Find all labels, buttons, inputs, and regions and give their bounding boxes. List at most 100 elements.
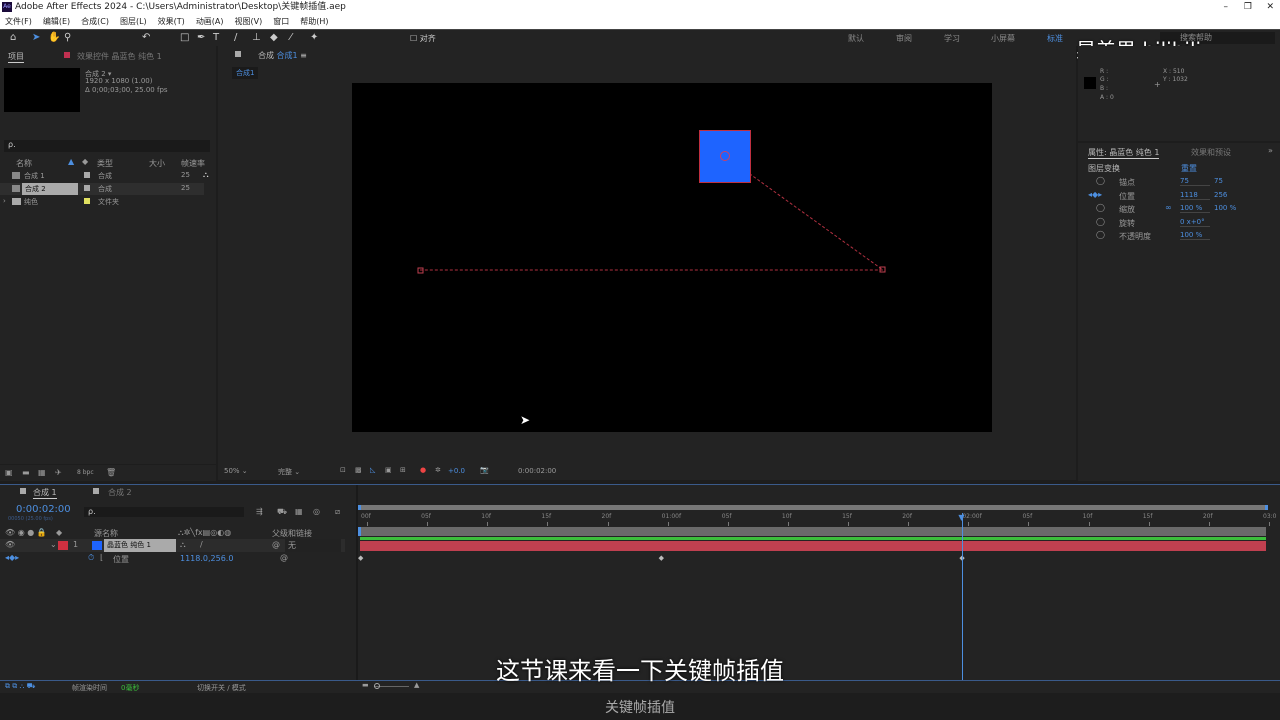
visibility-eye-icon[interactable]: 👁 xyxy=(5,540,15,549)
stopwatch-icon[interactable]: ◯ xyxy=(1096,203,1105,212)
composition-flowchart-icon[interactable]: ⇶ xyxy=(256,507,263,516)
mask-visibility-icon[interactable]: ◺ xyxy=(370,466,375,474)
motion-blur-icon[interactable]: ◎ xyxy=(313,507,320,516)
project-search-input[interactable]: ρ. xyxy=(4,140,210,152)
viewer-timecode[interactable]: 0:00:02:00 xyxy=(518,467,556,475)
menu-effect[interactable]: 效果(T) xyxy=(158,17,185,26)
type-tool-icon[interactable]: T xyxy=(213,32,219,43)
pen-tool-icon[interactable]: ✒ xyxy=(197,32,205,43)
rotate-tool-icon[interactable]: ↶ xyxy=(142,32,150,43)
guides-icon[interactable]: ▣ xyxy=(385,466,392,474)
grid-icon[interactable]: ⊞ xyxy=(400,466,406,474)
property-row[interactable]: ◂◆▸ 位置 1118 256 xyxy=(1078,190,1278,202)
roto-tool-icon[interactable]: ⁄ xyxy=(290,32,292,43)
panel-expand-icon[interactable]: » xyxy=(1268,146,1273,155)
work-area-bar[interactable] xyxy=(358,527,1266,536)
expand-chevron-icon[interactable]: › xyxy=(3,197,6,205)
tab-properties[interactable]: 属性: 晶蓝色 纯色 1 xyxy=(1088,147,1160,159)
layer-name[interactable]: 晶蓝色 纯色 1 xyxy=(104,539,176,552)
column-frame-rate[interactable]: 帧速率 xyxy=(181,158,205,169)
column-type[interactable]: 类型 xyxy=(97,158,113,169)
home-icon[interactable]: ⌂ xyxy=(10,32,16,43)
selection-tool-icon[interactable]: ➤ xyxy=(32,32,40,43)
pin-tool-icon[interactable]: ✦ xyxy=(310,32,318,43)
project-item-selected[interactable]: 合成 2 合成 25 xyxy=(0,183,204,195)
breadcrumb[interactable]: 合成1 xyxy=(232,67,259,79)
column-source-name[interactable]: 源名称 xyxy=(94,528,118,539)
menu-file[interactable]: 文件(F) xyxy=(5,17,32,26)
interpret-footage-icon[interactable]: ▣ xyxy=(5,468,13,477)
layer-label-color[interactable] xyxy=(58,541,68,550)
layer-search-input[interactable]: ρ. xyxy=(84,507,244,517)
layer-duration-bar[interactable] xyxy=(360,541,1266,551)
zoom-slider[interactable] xyxy=(374,683,409,689)
transparency-grid-icon[interactable]: ▩ xyxy=(355,466,362,474)
menu-view[interactable]: 视图(V) xyxy=(235,17,263,26)
brush-tool-icon[interactable]: / xyxy=(234,32,237,43)
zoom-tool-icon[interactable]: ⚲ xyxy=(64,32,71,43)
minimize-button[interactable]: – xyxy=(1224,0,1229,14)
current-timecode[interactable]: 0:00:02:00 xyxy=(16,504,71,515)
menu-edit[interactable]: 编辑(E) xyxy=(43,17,70,26)
tab-comp-1[interactable]: 合成 1 xyxy=(33,487,57,499)
column-name[interactable]: 名称 xyxy=(16,158,32,169)
snap-checkbox[interactable]: ☐ 对齐 xyxy=(410,33,436,44)
shy-layers-icon[interactable]: ⛟ xyxy=(277,507,287,517)
resolution-dropdown[interactable]: 完整 ⌄ xyxy=(278,467,328,477)
stopwatch-icon[interactable]: ◯ xyxy=(1096,217,1105,226)
sort-ascending-icon[interactable]: ▲ xyxy=(68,157,74,166)
workspace-small-screen[interactable]: 小屏幕 xyxy=(991,33,1015,44)
property-row[interactable]: ◯ 旋转 0 x+0° xyxy=(1078,217,1278,229)
property-row[interactable]: ◂◆▸ ⏱ ⌊ 位置 1118.0,256.0 @ xyxy=(0,553,345,565)
stopwatch-icon[interactable]: ◯ xyxy=(1096,230,1105,239)
project-item[interactable]: 合成 1 合成 25 xyxy=(0,170,216,182)
menu-window[interactable]: 窗口 xyxy=(273,17,289,26)
shy-switch-icon[interactable]: ⛬ xyxy=(180,540,186,550)
property-value-2[interactable]: 100 % xyxy=(1214,204,1236,212)
playhead-handle-icon[interactable]: ▼ xyxy=(958,513,964,522)
layer-row[interactable]: 👁 ⌄ 1 晶蓝色 纯色 1 ⛬ / @ 无 xyxy=(0,539,345,552)
keyframe-navigator-icon[interactable]: ◂◆▸ xyxy=(1088,190,1102,199)
property-value-1[interactable]: 0 x+0° xyxy=(1180,218,1210,227)
keyframe-navigator-icon[interactable]: ◂◆▸ xyxy=(5,553,19,562)
expand-chevron-icon[interactable]: ⌄ xyxy=(50,540,57,549)
new-folder-icon[interactable]: ▬ xyxy=(22,468,30,477)
quality-switch-icon[interactable]: / xyxy=(200,540,203,549)
column-parent[interactable]: 父级和链接 xyxy=(272,528,312,539)
project-item-folder[interactable]: › 纯色 文件夹 xyxy=(0,196,216,208)
menu-help[interactable]: 帮助(H) xyxy=(300,17,328,26)
workspace-learn[interactable]: 学习 xyxy=(944,33,960,44)
link-icon[interactable]: ∞ xyxy=(1165,203,1172,212)
graph-editor-icon[interactable]: ⧄ xyxy=(335,507,340,517)
bit-depth-button[interactable]: 8 bpc xyxy=(77,469,94,476)
stamp-tool-icon[interactable]: ⊥ xyxy=(252,32,261,43)
property-value[interactable]: 1118.0,256.0 xyxy=(180,554,233,563)
close-button[interactable]: ✕ xyxy=(1266,0,1274,14)
workspace-standard[interactable]: 标准 xyxy=(1047,33,1063,44)
tab-comp-2[interactable]: 合成 2 xyxy=(108,487,132,498)
pick-whip-icon[interactable]: @ xyxy=(272,540,280,549)
zoom-dropdown[interactable]: 50% ⌄ xyxy=(224,467,266,477)
workspace-default[interactable]: 默认 xyxy=(848,33,864,44)
trash-icon[interactable]: 🗑 xyxy=(106,468,116,477)
snapshot-icon[interactable]: 📷 xyxy=(480,466,489,474)
reset-button[interactable]: 重置 xyxy=(1181,163,1197,174)
menu-composition[interactable]: 合成(C) xyxy=(81,17,109,26)
tab-effect-controls[interactable]: 效果控件 晶蓝色 纯色 1 xyxy=(77,51,162,62)
new-composition-icon[interactable]: ▦ xyxy=(38,468,46,477)
stopwatch-icon[interactable]: ◯ xyxy=(1096,176,1105,185)
property-row[interactable]: ◯ 锚点 75 75 xyxy=(1078,176,1278,188)
property-value-1[interactable]: 75 xyxy=(1180,177,1210,186)
region-of-interest-icon[interactable]: ⊡ xyxy=(340,466,346,474)
property-value-1[interactable]: 1118 xyxy=(1180,191,1210,200)
exposure-reset-icon[interactable]: ✲ xyxy=(435,466,441,474)
hand-tool-icon[interactable]: ✋ xyxy=(48,32,60,43)
composition-canvas[interactable]: ➤ xyxy=(352,83,992,432)
keyframe-icon[interactable]: ◆ xyxy=(358,554,363,562)
solid-layer[interactable] xyxy=(699,130,751,183)
restore-button[interactable]: ❐ xyxy=(1244,0,1252,14)
property-row[interactable]: ◯ 缩放 ∞ 100 % 100 % xyxy=(1078,203,1278,215)
property-value-1[interactable]: 100 % xyxy=(1180,231,1210,240)
stopwatch-icon[interactable]: ⏱ xyxy=(88,553,94,563)
label-tag-icon[interactable]: ◆ xyxy=(82,157,88,166)
